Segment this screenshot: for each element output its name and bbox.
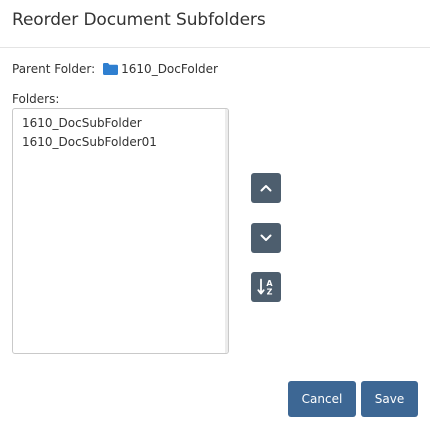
list-item[interactable]: 1610_DocSubFolder01 (22, 133, 228, 152)
sort-alpha-icon: A Z (257, 278, 273, 296)
list-item[interactable]: 1610_DocSubFolder (22, 114, 228, 133)
chevron-up-icon (260, 185, 272, 192)
dialog-title: Reorder Document Subfolders (12, 10, 266, 30)
folders-label: Folders: (12, 92, 60, 106)
folder-icon (103, 63, 119, 75)
sort-alphabetically-button[interactable]: A Z (251, 272, 281, 302)
parent-folder-label: Parent Folder: (12, 62, 96, 76)
listbox-scrollbar[interactable] (225, 109, 228, 353)
cancel-button[interactable]: Cancel (288, 381, 356, 417)
reorder-subfolders-dialog: Reorder Document Subfolders Parent Folde… (0, 0, 430, 440)
chevron-down-icon (260, 234, 272, 241)
folders-list: 1610_DocSubFolder 1610_DocSubFolder01 (13, 109, 228, 152)
move-down-button[interactable] (251, 223, 281, 253)
parent-folder-row: Parent Folder: 1610_DocFolder (12, 62, 218, 76)
parent-folder-name: 1610_DocFolder (121, 62, 218, 76)
folders-listbox[interactable]: 1610_DocSubFolder 1610_DocSubFolder01 (12, 108, 229, 354)
sort-letter-z: Z (267, 287, 273, 296)
move-up-button[interactable] (251, 173, 281, 203)
save-button[interactable]: Save (361, 381, 418, 417)
title-divider (0, 47, 430, 48)
